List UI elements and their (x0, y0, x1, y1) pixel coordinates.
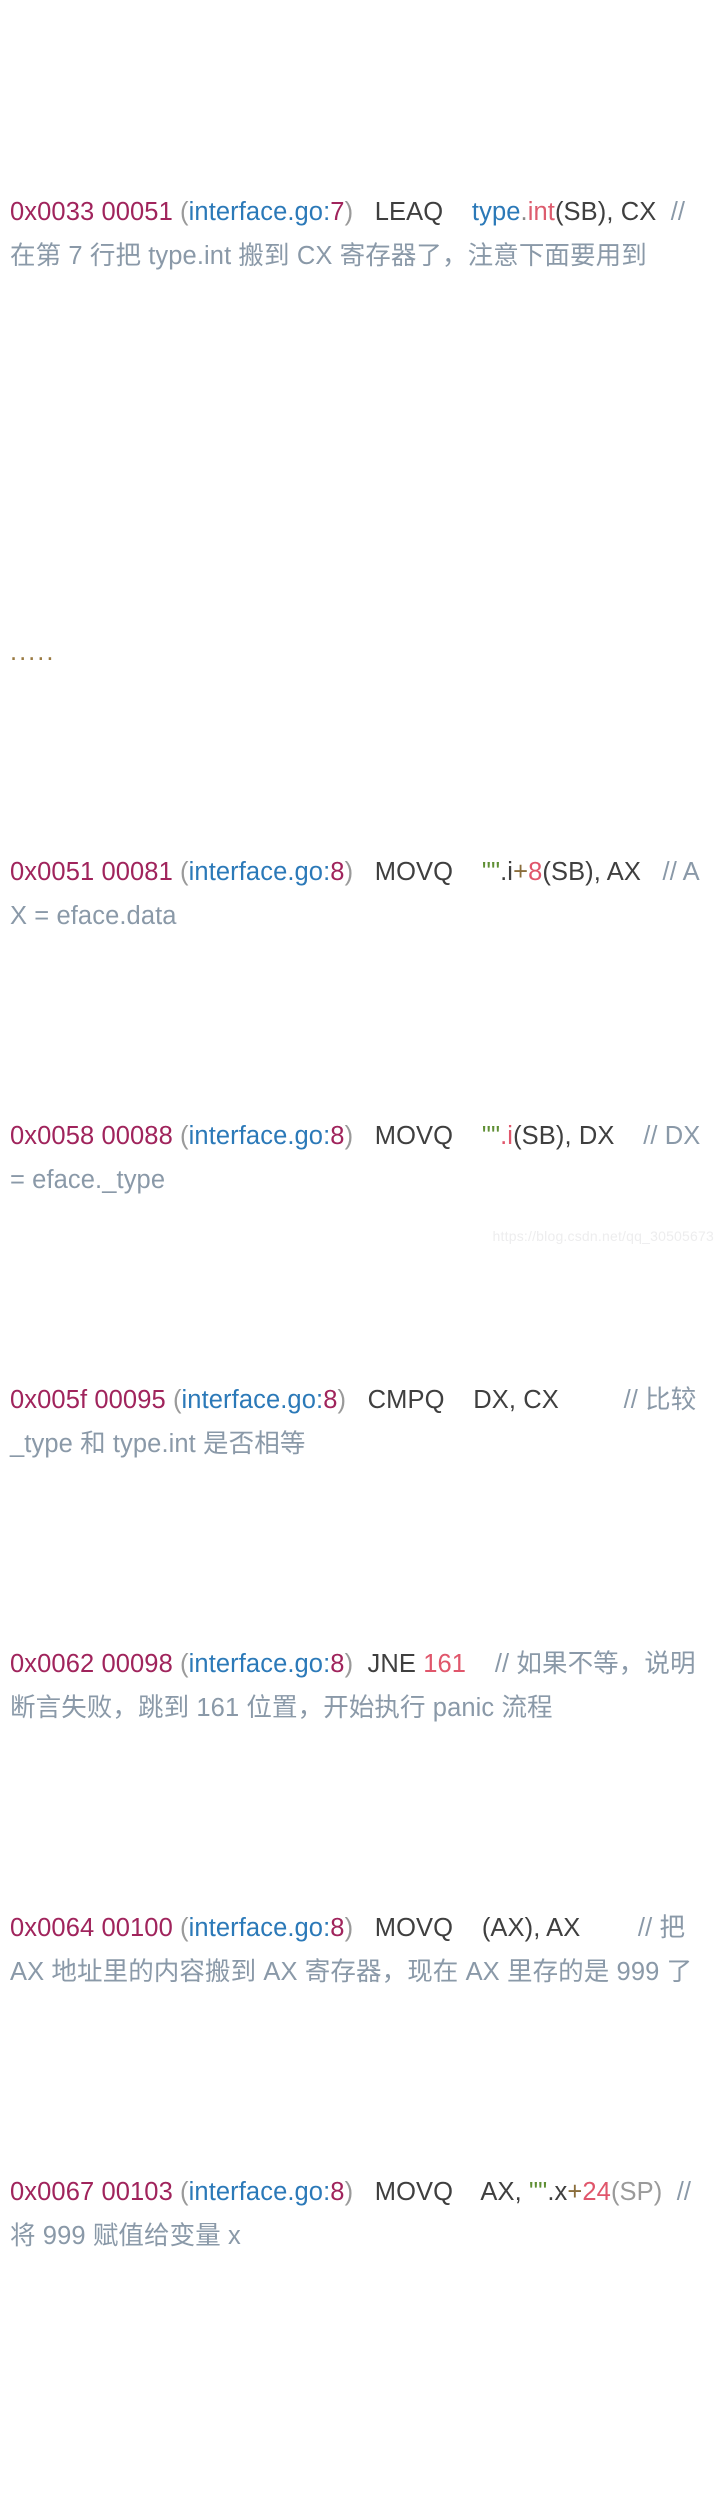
source-file-link[interactable]: interface.go (189, 1914, 323, 1942)
open-paren: ( (180, 1914, 189, 1942)
plus-operator: + (567, 2178, 583, 2206)
operands: (SP) (610, 2178, 663, 2206)
address-0x0033: 0x0033 00051 (10, 198, 173, 226)
source-line-number: 8 (323, 1386, 338, 1414)
open-paren: ( (180, 1122, 189, 1150)
code-line-0x0064: 0x0064 00100 (interface.go:8) MOVQ (AX),… (10, 1906, 708, 1994)
open-paren: ( (180, 858, 189, 886)
close-paren: ) (344, 198, 354, 226)
opcode-movq: MOVQ (374, 2178, 454, 2206)
open-paren: ( (172, 1386, 182, 1414)
source-line-number: 7 (330, 198, 345, 226)
address-0x0058: 0x0058 00088 (10, 1122, 173, 1150)
member-x: .x (547, 2178, 568, 2206)
opcode-movq: MOVQ (374, 858, 454, 886)
source-line-number: 8 (330, 2178, 345, 2206)
source-file-link[interactable]: interface.go (182, 1386, 316, 1414)
spacer-before-panic-section (10, 2390, 708, 2434)
assembly-code-listing: 0x0033 00051 (interface.go:7) LEAQ type.… (0, 0, 718, 2504)
operands: (SB), DX (513, 1122, 615, 1150)
operands: DX, CX (473, 1386, 559, 1414)
code-line-0x0062: 0x0062 00098 (interface.go:8) JNE 161 //… (10, 1642, 708, 1730)
source-file-link[interactable]: interface.go (189, 1650, 323, 1678)
address-0x0064: 0x0064 00100 (10, 1914, 173, 1942)
colon-separator: : (323, 2178, 331, 2206)
colon-separator: : (323, 1914, 331, 1942)
source-line-number: 8 (330, 1122, 345, 1150)
source-file-link[interactable]: interface.go (189, 858, 323, 886)
member-i: .i (500, 858, 514, 886)
address-0x0062: 0x0062 00098 (10, 1650, 173, 1678)
open-paren: ( (180, 2178, 189, 2206)
operands: (SB), AX (542, 858, 641, 886)
close-paren: ) (344, 858, 354, 886)
opcode-movq: MOVQ (374, 1122, 454, 1150)
source-file-link[interactable]: interface.go (189, 198, 323, 226)
address-0x005f: 0x005f 00095 (10, 1386, 166, 1414)
close-paren: ) (344, 2178, 354, 2206)
colon-separator: : (323, 1650, 331, 1678)
open-paren: ( (180, 1650, 189, 1678)
close-paren: ) (337, 1386, 347, 1414)
spacer-after-first-line (10, 410, 708, 454)
plus-operator: + (513, 858, 529, 886)
member-i: .i (500, 1122, 514, 1150)
source-line-number: 8 (330, 1650, 345, 1678)
opcode-cmpq: CMPQ (367, 1386, 445, 1414)
operands: (SB), CX (554, 198, 657, 226)
opcode-movq: MOVQ (374, 1914, 454, 1942)
source-file-link[interactable]: interface.go (189, 1122, 323, 1150)
ellipsis-marker: ..... (10, 638, 56, 666)
colon-separator: : (316, 1386, 324, 1414)
close-paren: ) (344, 1650, 354, 1678)
close-paren: ) (344, 1122, 354, 1150)
code-line-0x0051: 0x0051 00081 (interface.go:8) MOVQ "".i+… (10, 850, 708, 938)
close-paren: ) (344, 1914, 354, 1942)
offset-number: 24 (582, 2178, 611, 2206)
type-int: int (527, 198, 555, 226)
address-0x0051: 0x0051 00081 (10, 858, 173, 886)
offset-number: 8 (528, 858, 543, 886)
code-line-0x005f: 0x005f 00095 (interface.go:8) CMPQ DX, C… (10, 1378, 708, 1466)
dot-separator: . (520, 198, 528, 226)
opcode-leaq: LEAQ (374, 198, 444, 226)
source-file-link[interactable]: interface.go (189, 2178, 323, 2206)
operands: (AX), AX (481, 1914, 581, 1942)
code-line-0x0067: 0x0067 00103 (interface.go:8) MOVQ AX, "… (10, 2170, 708, 2258)
empty-string-literal: "" (529, 2178, 548, 2206)
address-0x0067: 0x0067 00103 (10, 2178, 173, 2206)
opcode-jne: JNE (367, 1650, 417, 1678)
source-line-number: 8 (330, 858, 345, 886)
code-line-0x0058: 0x0058 00088 (interface.go:8) MOVQ "".i(… (10, 1114, 708, 1202)
code-line-0x0033: 0x0033 00051 (interface.go:7) LEAQ type.… (10, 190, 708, 278)
symbol-type: type (471, 198, 521, 226)
empty-string-literal: "" (481, 1122, 501, 1150)
empty-string-literal: "" (481, 858, 501, 886)
code-line-ellipsis: ..... (10, 630, 708, 674)
operands-prefix: AX, (480, 2178, 529, 2206)
jump-target: 161 (423, 1650, 467, 1678)
source-line-number: 8 (330, 1914, 345, 1942)
open-paren: ( (180, 198, 189, 226)
